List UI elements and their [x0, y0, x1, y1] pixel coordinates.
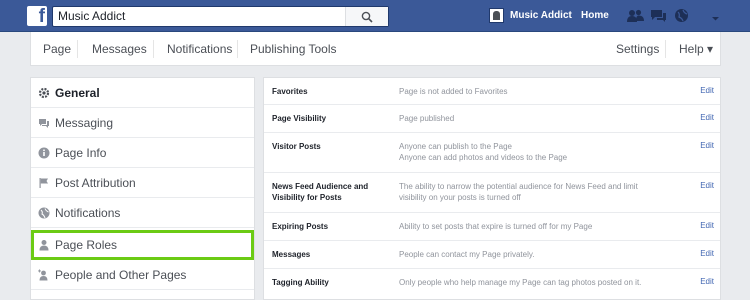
row-value-line: Ability to set posts that expire is turn… — [399, 222, 593, 231]
row-label: Messages — [272, 250, 311, 259]
sidebar-item-post-attribution[interactable]: Post Attribution — [31, 168, 254, 198]
gear-icon — [38, 87, 50, 99]
settings-row-messages[interactable]: Messages People can contact my Page priv… — [264, 241, 720, 269]
person-add-icon — [38, 269, 48, 281]
row-value: Page is not added to Favorites — [399, 86, 679, 97]
row-value-line: Only people who help manage my Page can … — [399, 278, 642, 287]
person-icon — [39, 240, 49, 251]
row-value: Only people who help manage my Page can … — [399, 277, 679, 288]
edit-link[interactable]: Edit — [700, 181, 714, 190]
row-value: Ability to set posts that expire is turn… — [399, 221, 679, 232]
sidebar-item-notifications[interactable]: Notifications — [31, 198, 254, 228]
friend-requests-icon[interactable] — [627, 8, 644, 23]
edit-link[interactable]: Edit — [700, 221, 714, 230]
settings-row-news-feed-audience[interactable]: News Feed Audience and Visibility for Po… — [264, 173, 720, 213]
sidebar-item-people-and-other-pages[interactable]: People and Other Pages — [31, 260, 254, 290]
sidebar-item-label: Page Roles — [55, 238, 118, 252]
divider — [237, 40, 238, 58]
search-box[interactable]: Music Addict — [52, 6, 389, 27]
avatar[interactable] — [489, 8, 504, 23]
tab-notifications[interactable]: Notifications — [167, 42, 232, 56]
facebook-logo-letter: f — [38, 6, 45, 27]
help-dropdown[interactable]: Help ▾ — [679, 42, 713, 56]
tab-page[interactable]: Page — [43, 42, 71, 56]
page-subnav: Page Messages Notifications Publishing T… — [30, 32, 721, 66]
sidebar-item-label: General — [55, 86, 100, 100]
row-value: Anyone can publish to the Page Anyone ca… — [399, 141, 679, 163]
row-value-line: Page published — [399, 114, 455, 123]
home-link[interactable]: Home — [581, 10, 609, 21]
row-label: Visitor Posts — [272, 142, 321, 151]
settings-row-visitor-posts[interactable]: Visitor Posts Anyone can publish to the … — [264, 133, 720, 173]
sidebar-item-page-roles[interactable]: Page Roles — [31, 230, 254, 260]
search-icon — [361, 11, 373, 23]
tab-messages[interactable]: Messages — [92, 42, 147, 56]
edit-link[interactable]: Edit — [700, 277, 714, 286]
settings-row-tagging-ability[interactable]: Tagging Ability Only people who help man… — [264, 269, 720, 299]
messages-icon[interactable] — [650, 8, 667, 23]
divider — [665, 40, 666, 58]
tab-publishing-tools[interactable]: Publishing Tools — [250, 42, 337, 56]
divider — [77, 40, 78, 58]
globe-icon — [38, 207, 50, 219]
row-label: Tagging Ability — [272, 278, 329, 287]
facebook-logo[interactable]: f — [27, 6, 47, 27]
sidebar-item-label: Messaging — [55, 116, 114, 130]
tab-settings[interactable]: Settings — [616, 42, 659, 56]
sidebar-item-messaging[interactable]: Messaging — [31, 108, 254, 138]
row-value-line: Page is not added to Favorites — [399, 87, 508, 96]
sidebar-item-general[interactable]: General — [31, 78, 254, 108]
edit-link[interactable]: Edit — [700, 113, 714, 122]
sidebar-item-label: Page Info — [55, 146, 107, 160]
settings-row-expiring-posts[interactable]: Expiring Posts Ability to set posts that… — [264, 213, 720, 241]
row-value-line: Anyone can add photos and videos to the … — [399, 153, 568, 162]
chat-bubble-icon — [39, 119, 49, 128]
row-value-line: visibility on your posts is turned off — [399, 193, 521, 202]
row-value-line: Anyone can publish to the Page — [399, 142, 512, 151]
settings-sidebar: General Messaging Page Info Post Attribu… — [30, 77, 255, 300]
sidebar-item-label: Post Attribution — [55, 176, 136, 190]
row-value: The ability to narrow the potential audi… — [399, 181, 679, 203]
settings-row-favorites[interactable]: Favorites Page is not added to Favorites… — [264, 78, 720, 105]
flag-icon — [39, 178, 48, 188]
row-label: News Feed Audience and Visibility for Po… — [272, 182, 369, 202]
sidebar-item-label: People and Other Pages — [55, 268, 187, 282]
row-label: Expiring Posts — [272, 222, 329, 231]
row-label: Favorites — [272, 87, 308, 96]
divider — [153, 40, 154, 58]
search-input[interactable]: Music Addict — [58, 9, 125, 23]
profile-link[interactable]: Music Addict — [510, 10, 572, 21]
sidebar-item-page-info[interactable]: Page Info — [31, 138, 254, 168]
row-value: Page published — [399, 113, 679, 124]
top-navigation-bar: f Music Addict Music Addict Home — [0, 0, 750, 32]
row-value-line: The ability to narrow the potential audi… — [399, 182, 638, 191]
row-label: Page Visibility — [272, 114, 327, 123]
row-value-line: People can contact my Page privately. — [399, 250, 535, 259]
sidebar-item-label: Notifications — [55, 206, 121, 220]
settings-row-page-visibility[interactable]: Page Visibility Page published Edit — [264, 105, 720, 133]
notifications-globe-icon[interactable] — [673, 8, 690, 23]
general-settings-table: Favorites Page is not added to Favorites… — [263, 77, 721, 300]
search-button[interactable] — [345, 7, 388, 26]
edit-link[interactable]: Edit — [700, 86, 714, 95]
info-icon — [38, 147, 50, 159]
chevron-down-icon[interactable] — [711, 10, 720, 28]
edit-link[interactable]: Edit — [700, 249, 714, 258]
row-value: People can contact my Page privately. — [399, 249, 679, 260]
edit-link[interactable]: Edit — [700, 141, 714, 150]
